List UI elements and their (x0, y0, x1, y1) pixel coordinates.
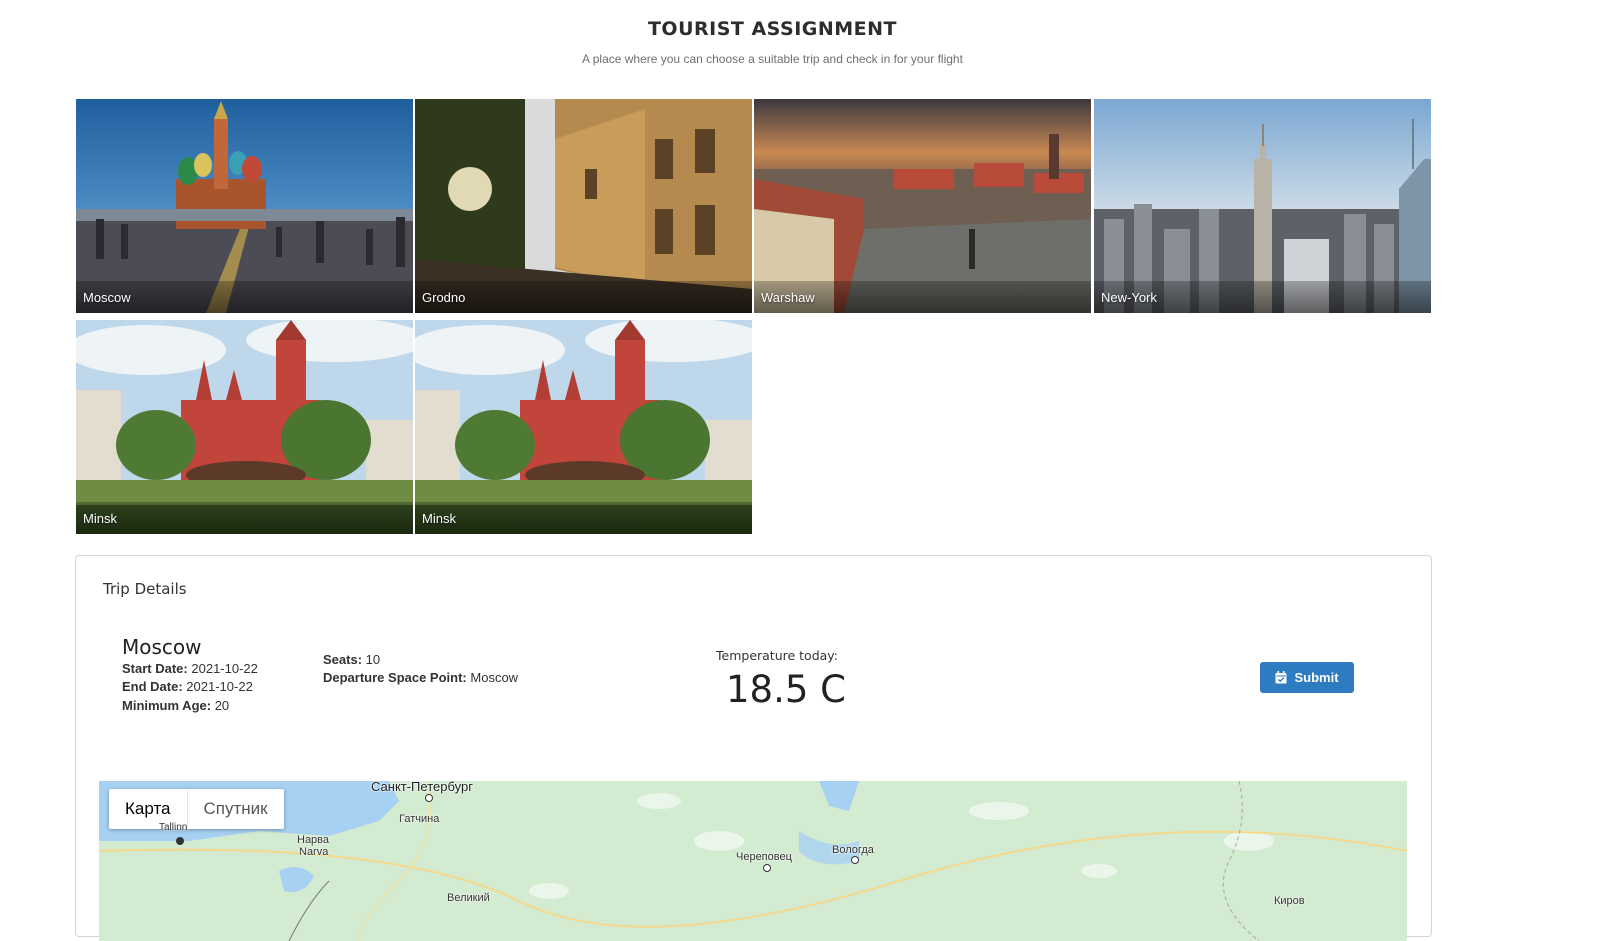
destination-tile-minsk[interactable]: Minsk (76, 320, 413, 534)
tile-caption-bar (415, 281, 752, 313)
map-label-gatchina: Гатчина (399, 813, 440, 825)
map-view[interactable]: Карта Спутник Санкт-Петербург Гатчина На… (99, 781, 1407, 941)
page-title: TOURIST ASSIGNMENT (647, 18, 898, 40)
destination-tile-warshaw[interactable]: Warshaw (754, 99, 1091, 313)
trip-city-name: Moscow (122, 635, 202, 659)
temperature-value: 18.5 C (726, 668, 846, 711)
seats-row: Seats: 10 (323, 652, 380, 667)
start-date-label: Start Date: (122, 661, 188, 676)
tile-label: Grodno (422, 290, 466, 305)
start-date-row: Start Date: 2021-10-22 (122, 661, 258, 676)
trip-details-card: Trip Details Moscow Start Date: 2021-10-… (75, 555, 1432, 941)
map-label-narva: Нарва (297, 834, 330, 846)
end-date-label: End Date: (122, 679, 183, 694)
tile-label: Moscow (83, 290, 131, 305)
temperature-label: Temperature today: (716, 648, 838, 663)
page-subtitle: A place where you can choose a suitable … (582, 52, 963, 66)
start-date-value: 2021-10-22 (191, 661, 258, 676)
tile-label: Minsk (422, 511, 456, 526)
map-marker-cherepovets (763, 864, 771, 872)
destination-tile-moscow[interactable]: Moscow (76, 99, 413, 313)
seats-label: Seats: (323, 652, 363, 667)
submit-button-label: Submit (1294, 670, 1339, 685)
map-label-spb: Санкт-Петербург (371, 781, 473, 794)
map-tab-satellite[interactable]: Спутник (186, 789, 284, 829)
map-marker-tallinn (176, 837, 184, 845)
map-label-narva-latin: Narva (299, 846, 329, 858)
min-age-label: Minimum Age: (122, 698, 212, 713)
departure-value: Moscow (470, 670, 519, 685)
tile-caption-bar (76, 502, 413, 534)
map-type-toggle: Карта Спутник (109, 789, 284, 829)
departure-row: Departure Space Point: Moscow (323, 670, 518, 685)
submit-button[interactable]: Submit (1260, 662, 1354, 693)
map-label-tallinn: Tallinn (159, 822, 188, 833)
departure-label: Departure Space Point: (323, 670, 467, 685)
map-marker-spb (425, 794, 433, 802)
min-age-value: 20 (214, 698, 230, 713)
tile-label: Minsk (83, 511, 117, 526)
destination-tile-new-york[interactable]: New-York (1094, 99, 1431, 313)
map-marker-vologda (851, 856, 859, 864)
map-label-kirov: Киров (1274, 895, 1305, 907)
tile-label: Warshaw (761, 290, 815, 305)
tile-label: New-York (1101, 290, 1157, 305)
seats-value: 10 (365, 652, 381, 667)
map-label-cherepovets: Череповец (736, 851, 792, 863)
map-label-velikiy: Великий (447, 892, 490, 904)
trip-details-title: Trip Details (103, 580, 187, 598)
destination-tile-minsk-2[interactable]: Minsk (415, 320, 752, 534)
calendar-check-icon (1275, 671, 1287, 684)
min-age-row: Minimum Age: 20 (122, 698, 229, 713)
tile-caption-bar (415, 502, 752, 534)
destination-tile-grodno[interactable]: Grodno (415, 99, 752, 313)
end-date-value: 2021-10-22 (186, 679, 253, 694)
end-date-row: End Date: 2021-10-22 (122, 679, 253, 694)
map-label-vologda: Вологда (832, 844, 874, 856)
